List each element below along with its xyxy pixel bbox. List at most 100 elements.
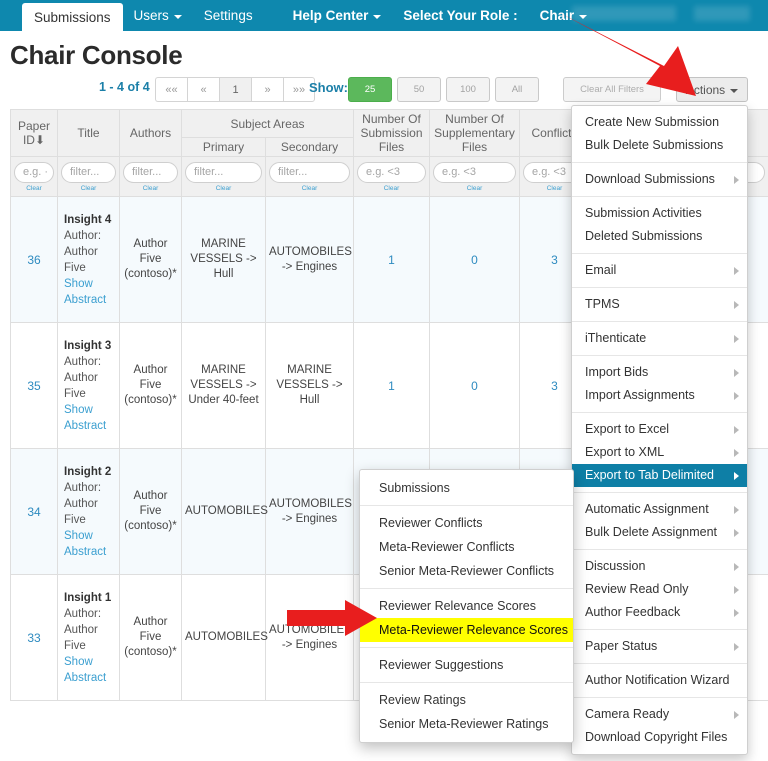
show-link[interactable]: Show (64, 528, 116, 544)
nav-item-label: Help Center (292, 8, 369, 23)
abstract-link[interactable]: Abstract (64, 670, 116, 686)
menu-item-label: Import Bids (585, 365, 649, 379)
submenu-item-reviewer-conflicts[interactable]: Reviewer Conflicts (360, 511, 573, 535)
nav-item-help-center[interactable]: Help Center (282, 0, 393, 31)
cell-paper-id[interactable]: 36 (10, 196, 58, 323)
menu-item-ithenticate[interactable]: iThenticate (572, 327, 747, 350)
menu-item-download-copyright-files[interactable]: Download Copyright Files (572, 726, 747, 749)
filter-input-primary[interactable]: filter... (185, 161, 262, 183)
filter-input-title[interactable]: filter... (61, 161, 116, 183)
pagination-first-button[interactable]: «« (155, 77, 187, 102)
filter-clear-paper-id[interactable]: Clear (14, 185, 54, 192)
page-size-25-button[interactable]: 25 (348, 77, 392, 102)
abstract-link[interactable]: Abstract (64, 292, 116, 308)
page-size-100-button[interactable]: 100 (446, 77, 490, 102)
show-link[interactable]: Show (64, 654, 116, 670)
menu-item-discussion[interactable]: Discussion (572, 555, 747, 578)
column-header-title[interactable]: Title (57, 109, 120, 157)
menu-item-bulk-delete-submissions[interactable]: Bulk Delete Submissions (572, 134, 747, 157)
cell-secondary-subject: MARINE VESSELS -> Hull (264, 322, 355, 449)
menu-item-export-to-tab-delimited[interactable]: Export to Tab Delimited (572, 464, 747, 487)
filter-clear-supplementary-files[interactable]: Clear (433, 185, 516, 192)
submenu-item-senior-meta-reviewer-ratings[interactable]: Senior Meta-Reviewer Ratings (360, 712, 573, 736)
menu-separator (572, 196, 747, 197)
menu-item-download-submissions[interactable]: Download Submissions (572, 168, 747, 191)
column-header-primary[interactable]: Primary (181, 137, 266, 157)
menu-item-automatic-assignment[interactable]: Automatic Assignment (572, 498, 747, 521)
cell-submission-files[interactable]: 1 (353, 196, 431, 323)
pagination-page-1-button[interactable]: 1 (219, 77, 251, 102)
filter-input-secondary[interactable]: filter... (269, 161, 351, 183)
submenu-item-senior-meta-reviewer-conflicts[interactable]: Senior Meta-Reviewer Conflicts (360, 559, 573, 583)
menu-item-paper-status[interactable]: Paper Status (572, 635, 747, 658)
menu-item-tpms[interactable]: TPMS (572, 293, 747, 316)
cell-paper-id[interactable]: 34 (10, 448, 58, 575)
pagination-next-button[interactable]: » (251, 77, 283, 102)
nav-item-users[interactable]: Users (123, 0, 193, 31)
menu-item-export-to-xml[interactable]: Export to XML (572, 441, 747, 464)
filter-cell-submission-files: e.g. <3 Clear (353, 156, 431, 197)
nav-item-submissions[interactable]: Submissions (22, 3, 123, 31)
cell-supplementary-files[interactable]: 0 (429, 322, 521, 449)
show-link[interactable]: Show (64, 402, 116, 418)
filter-input-authors[interactable]: filter... (123, 161, 178, 183)
cell-paper-id[interactable]: 33 (10, 574, 58, 701)
submenu-item-reviewer-suggestions[interactable]: Reviewer Suggestions (360, 653, 573, 677)
column-header-number-of-supplementary-files[interactable]: Number Of Supplementary Files (429, 109, 521, 157)
filter-clear-authors[interactable]: Clear (123, 185, 178, 192)
nav-item-settings[interactable]: Settings (193, 0, 264, 31)
filter-input-paper-id[interactable]: e.g. · (14, 161, 54, 183)
menu-item-label: Download Copyright Files (585, 730, 728, 744)
page-size-50-button[interactable]: 50 (397, 77, 441, 102)
submenu-item-reviewer-relevance-scores[interactable]: Reviewer Relevance Scores (360, 594, 573, 618)
chevron-down-icon (730, 88, 739, 93)
filter-input-supplementary-files[interactable]: e.g. <3 (433, 161, 517, 183)
abstract-link[interactable]: Abstract (64, 544, 116, 560)
nav-item-label: Select Your Role : (403, 8, 518, 23)
filter-clear-submission-files[interactable]: Clear (357, 185, 426, 192)
chevron-right-icon (734, 300, 739, 309)
menu-item-import-bids[interactable]: Import Bids (572, 361, 747, 384)
column-header-paper-id[interactable]: Paper ID⬇ (10, 109, 58, 157)
menu-item-author-notification-wizard[interactable]: Author Notification Wizard (572, 669, 747, 692)
column-header-number-of-submission-files[interactable]: Number Of Submission Files (353, 109, 431, 157)
cell-authors: Author Five (contoso)* (119, 574, 182, 701)
column-header-secondary[interactable]: Secondary (264, 137, 355, 157)
submenu-item-submissions[interactable]: Submissions (360, 476, 573, 500)
show-link[interactable]: Show (64, 276, 116, 292)
cell-title: Insight 1 Author: Author Five Show Abstr… (57, 574, 120, 701)
cell-submission-files[interactable]: 1 (353, 322, 431, 449)
filter-input-submission-files[interactable]: e.g. <3 (357, 161, 427, 183)
menu-item-label: Export to XML (585, 445, 665, 459)
submenu-item-meta-reviewer-relevance-scores[interactable]: Meta-Reviewer Relevance Scores (360, 618, 573, 642)
menu-item-export-to-excel[interactable]: Export to Excel (572, 418, 747, 441)
menu-separator (572, 492, 747, 493)
pagination-prev-button[interactable]: « (187, 77, 219, 102)
menu-item-create-new-submission[interactable]: Create New Submission (572, 111, 747, 134)
menu-item-email[interactable]: Email (572, 259, 747, 282)
column-header-authors[interactable]: Authors (119, 109, 182, 157)
menu-item-author-feedback[interactable]: Author Feedback (572, 601, 747, 624)
menu-item-submission-activities[interactable]: Submission Activities (572, 202, 747, 225)
submenu-item-meta-reviewer-conflicts[interactable]: Meta-Reviewer Conflicts (360, 535, 573, 559)
clear-all-filters-button[interactable]: Clear All Filters (563, 77, 661, 102)
menu-item-import-assignments[interactable]: Import Assignments (572, 384, 747, 407)
author-prefix: Author: (64, 229, 102, 242)
filter-clear-title[interactable]: Clear (61, 185, 116, 192)
cell-supplementary-files[interactable]: 0 (429, 196, 521, 323)
menu-item-deleted-submissions[interactable]: Deleted Submissions (572, 225, 747, 248)
menu-item-review-read-only[interactable]: Review Read Only (572, 578, 747, 601)
submenu-item-review-ratings[interactable]: Review Ratings (360, 688, 573, 712)
menu-item-bulk-delete-assignment[interactable]: Bulk Delete Assignment (572, 521, 747, 544)
menu-item-label: Deleted Submissions (585, 229, 703, 243)
actions-button[interactable]: Actions (676, 77, 748, 102)
filter-clear-secondary[interactable]: Clear (269, 185, 350, 192)
submenu-item-label: Review Ratings (379, 693, 466, 707)
menu-item-camera-ready[interactable]: Camera Ready (572, 703, 747, 726)
cell-primary-subject: AUTOMOBILES (181, 448, 268, 575)
cell-paper-id[interactable]: 35 (10, 322, 58, 449)
filter-clear-primary[interactable]: Clear (185, 185, 262, 192)
page-size-all-button[interactable]: All (495, 77, 539, 102)
abstract-link[interactable]: Abstract (64, 418, 116, 434)
